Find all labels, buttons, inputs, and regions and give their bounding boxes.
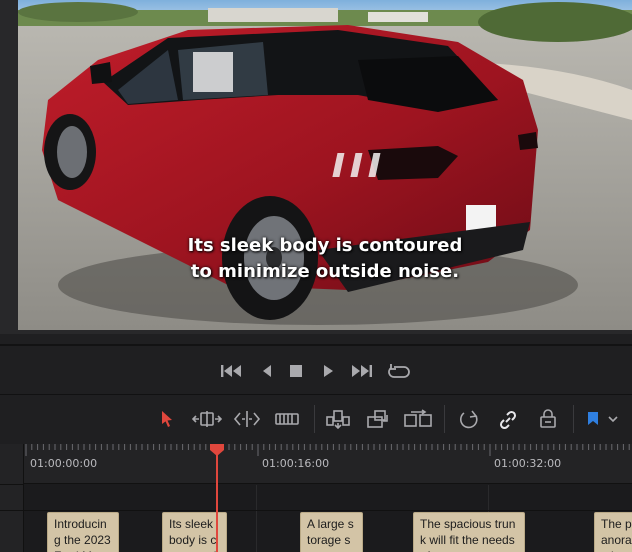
loop-icon[interactable] xyxy=(388,362,410,380)
toolbar-separator xyxy=(314,405,315,433)
selection-pointer-icon[interactable] xyxy=(158,407,176,431)
insert-clip-icon[interactable] xyxy=(325,407,351,431)
step-back-icon[interactable] xyxy=(256,362,278,380)
video-preview[interactable]: Its sleek body is contoured to minimize … xyxy=(18,0,632,330)
subtitle-overlay: Its sleek body is contoured to minimize … xyxy=(18,233,632,285)
replace-clip-icon[interactable] xyxy=(403,407,433,431)
stop-icon[interactable] xyxy=(285,362,307,380)
skip-to-start-icon[interactable] xyxy=(221,362,243,380)
subtitle-clip[interactable]: The spacious trunk will fit the needs of xyxy=(413,512,525,552)
ruler-ticks xyxy=(25,444,630,456)
transport-controls xyxy=(0,346,632,394)
skip-to-end-icon[interactable] xyxy=(350,362,372,380)
toolbar-separator xyxy=(444,405,445,433)
timecode-ruler[interactable]: 01:00:00:00 01:00:16:00 01:00:32:00 xyxy=(24,444,632,484)
dynamic-trim-icon[interactable] xyxy=(232,407,262,431)
toolbar-separator xyxy=(573,405,574,433)
timeline-panel: 01:00:00:00 01:00:16:00 01:00:32:00 Intr… xyxy=(0,444,632,552)
timecode-label: 01:00:16:00 xyxy=(262,457,330,470)
video-editor-window: Its sleek body is contoured to minimize … xyxy=(0,0,632,552)
play-icon[interactable] xyxy=(317,362,339,380)
track-header xyxy=(0,444,24,552)
timecode-label: 01:00:00:00 xyxy=(30,457,98,470)
subtitle-clip[interactable]: Introducing the 2023 Ford Mustang xyxy=(47,512,119,552)
flag-icon[interactable] xyxy=(585,407,601,431)
blade-icon[interactable] xyxy=(274,407,300,431)
timecode-label: 01:00:32:00 xyxy=(494,457,562,470)
trim-edit-icon[interactable] xyxy=(192,407,222,431)
overwrite-clip-icon[interactable] xyxy=(365,407,391,431)
chevron-down-icon[interactable] xyxy=(606,407,620,431)
linked-selection-icon[interactable] xyxy=(497,407,519,431)
subtitle-line-2: to minimize outside noise. xyxy=(190,261,460,282)
playhead-handle[interactable] xyxy=(209,444,225,456)
subtitle-clip[interactable]: The panoramic roof xyxy=(594,512,632,552)
subtitle-line-1: Its sleek body is contoured xyxy=(187,235,463,256)
subtitle-track: Introducing the 2023 Ford Mustang Its sl… xyxy=(24,485,632,552)
edit-toolbar xyxy=(0,395,632,443)
subtitle-clip[interactable]: A large storage space xyxy=(300,512,363,552)
playhead-line[interactable] xyxy=(216,452,218,552)
position-lock-icon[interactable] xyxy=(537,407,559,431)
snapping-icon[interactable] xyxy=(459,407,481,431)
